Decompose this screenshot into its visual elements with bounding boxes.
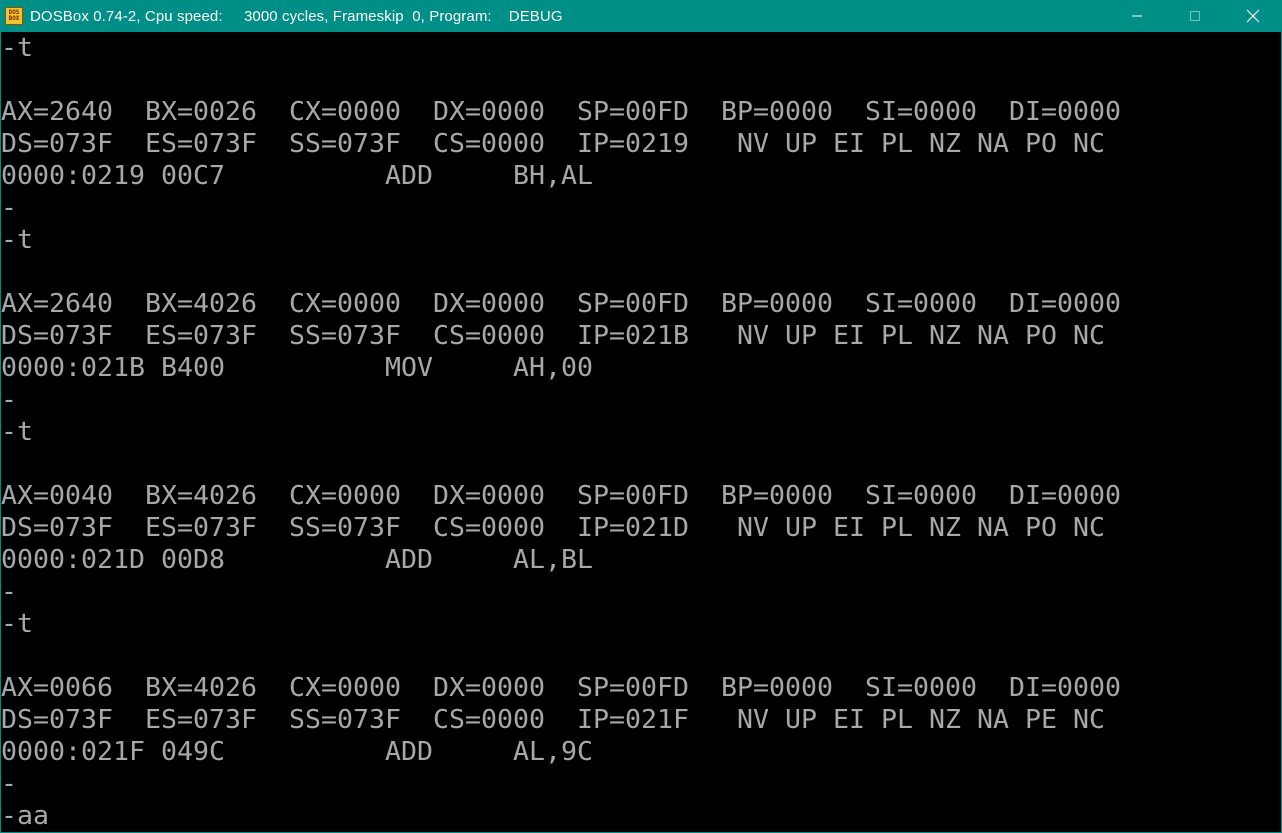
maximize-icon (1190, 11, 1200, 21)
close-button[interactable] (1224, 0, 1282, 32)
terminal-line: AX=2640 BX=0026 CX=0000 DX=0000 SP=00FD … (1, 97, 1121, 127)
terminal-line: 0000:021D 00D8 ADD AL,BL (1, 545, 593, 575)
terminal-line: - (1, 193, 18, 223)
terminal-line: DS=073F ES=073F SS=073F CS=0000 IP=021D … (1, 513, 1105, 543)
terminal-line: -t (1, 225, 34, 255)
terminal-line: -aa (1, 801, 50, 831)
window-title: DOSBox 0.74-2, Cpu speed: 3000 cycles, F… (30, 7, 563, 25)
terminal-screen[interactable]: -t AX=2640 BX=0026 CX=0000 DX=0000 SP=00F… (1, 32, 1281, 832)
terminal-line: AX=0066 BX=4026 CX=0000 DX=0000 SP=00FD … (1, 673, 1121, 703)
terminal-line: DS=073F ES=073F SS=073F CS=0000 IP=0219 … (1, 129, 1105, 159)
terminal-line: 0000:021F 049C ADD AL,9C (1, 737, 593, 767)
terminal-line: 0000:021B B400 MOV AH,00 (1, 353, 593, 383)
terminal-line: - (1, 769, 18, 799)
minimize-button[interactable] (1108, 0, 1166, 32)
dosbox-icon[interactable]: DOS BOX (5, 7, 23, 25)
dosbox-window: DOS BOX DOSBox 0.74-2, Cpu speed: 3000 c… (0, 0, 1282, 833)
terminal-line: AX=2640 BX=4026 CX=0000 DX=0000 SP=00FD … (1, 289, 1121, 319)
terminal-line: -t (1, 609, 34, 639)
title-bar[interactable]: DOS BOX DOSBox 0.74-2, Cpu speed: 3000 c… (0, 0, 1282, 32)
terminal-line: - (1, 577, 18, 607)
terminal-line: 0000:0219 00C7 ADD BH,AL (1, 161, 593, 191)
terminal-line: -t (1, 33, 34, 63)
close-icon (1246, 9, 1260, 23)
terminal-line: DS=073F ES=073F SS=073F CS=0000 IP=021B … (1, 321, 1105, 351)
terminal-line: - (1, 385, 18, 415)
maximize-button[interactable] (1166, 0, 1224, 32)
minimize-icon (1132, 15, 1142, 17)
terminal-line: -t (1, 417, 34, 447)
window-controls (1108, 0, 1282, 32)
terminal-line: AX=0040 BX=4026 CX=0000 DX=0000 SP=00FD … (1, 481, 1121, 511)
terminal-line: DS=073F ES=073F SS=073F CS=0000 IP=021F … (1, 705, 1105, 735)
icon-text-bottom: BOX (8, 15, 20, 22)
